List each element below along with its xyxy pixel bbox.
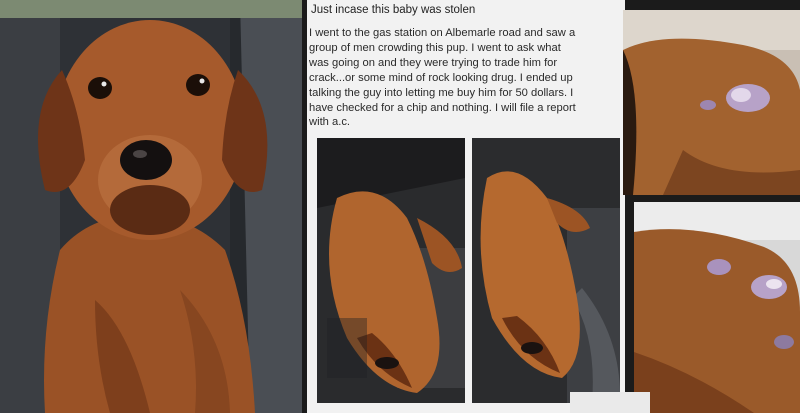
story-line: crack...or some mind of rock looking dru… [309, 71, 573, 84]
puppy-portrait-photo [0, 0, 302, 413]
injury-photo-bottom [634, 202, 800, 413]
story-line: talking the guy into letting me buy him … [309, 86, 574, 99]
post-photo-sleeping-pup-2 [472, 138, 620, 403]
story-line: group of men crowding this pup. I went t… [309, 41, 561, 54]
injury-photo-top [623, 10, 800, 195]
story-line: have checked for a chip and nothing. I w… [309, 101, 576, 114]
post-photo-sleeping-pup-1 [317, 138, 465, 403]
background-paper [570, 392, 650, 413]
post-story-text: I went to the gas station on Albemarle r… [309, 26, 627, 130]
story-line: I went to the gas station on Albemarle r… [309, 27, 576, 39]
story-line: with a.c. [309, 116, 351, 129]
story-line: was going on and they were trying to tra… [309, 56, 558, 69]
social-post-card: Just incase this baby was stolen I went … [307, 0, 625, 413]
post-headline: Just incase this baby was stolen [311, 4, 476, 16]
